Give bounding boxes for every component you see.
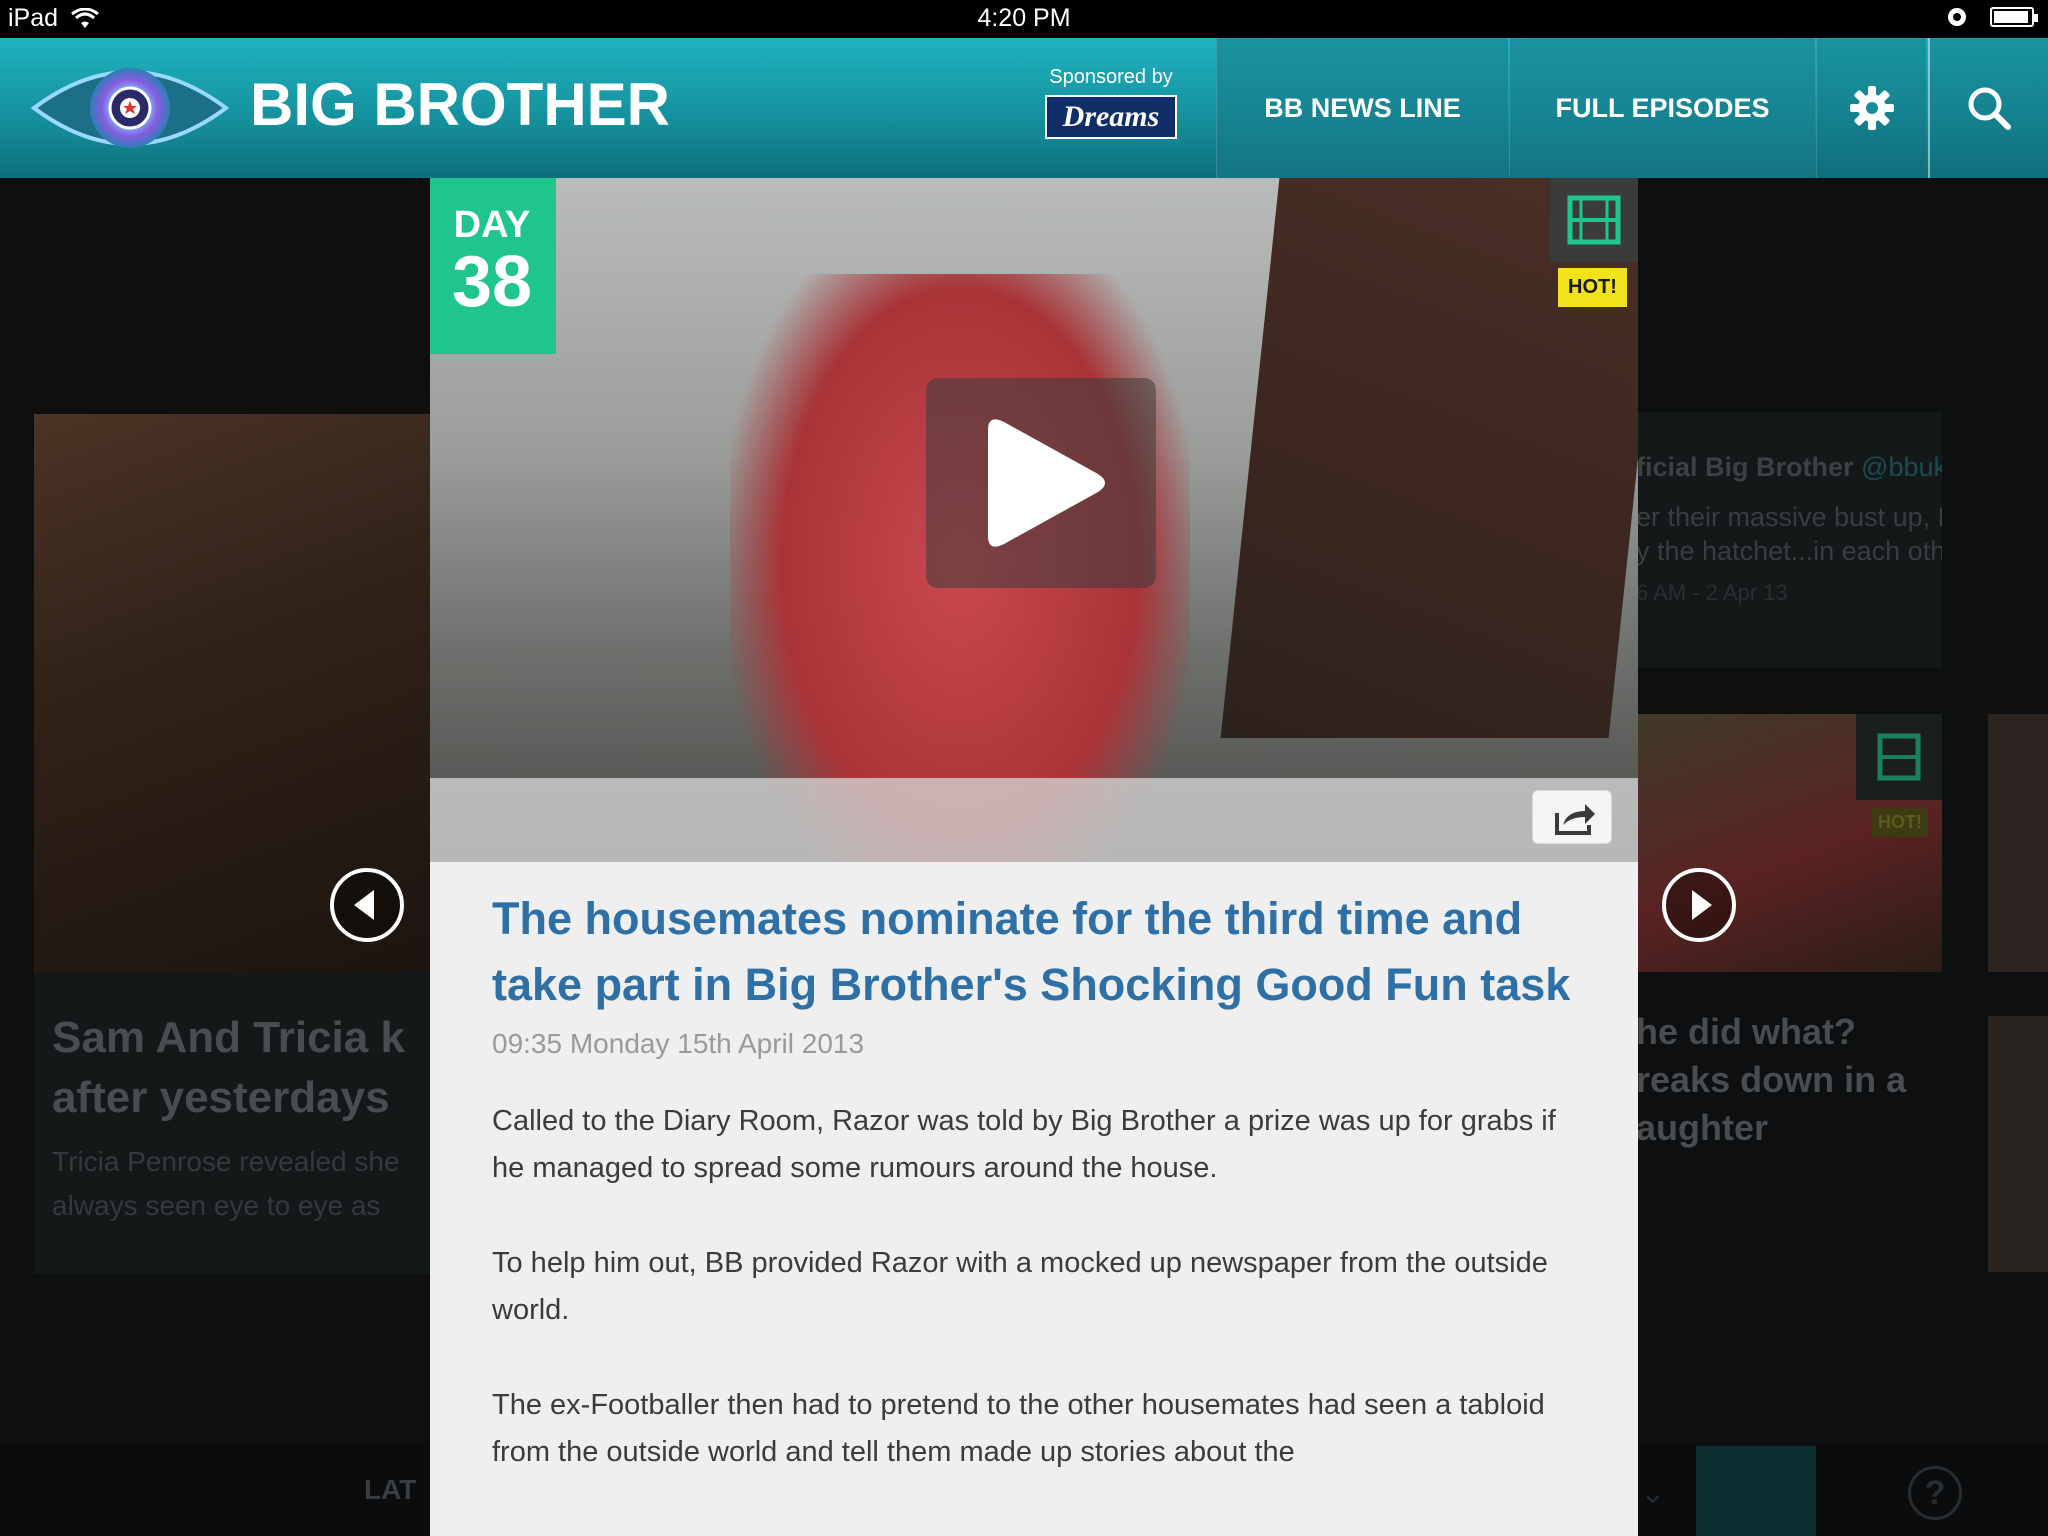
bg-right-title-line: he did what? — [1636, 1011, 1856, 1052]
background-film-badge — [1856, 714, 1942, 800]
settings-button[interactable] — [1816, 38, 1926, 178]
tweet-name: ficial Big Brother — [1636, 452, 1854, 482]
bg-right-title-line: aughter — [1636, 1107, 1769, 1148]
tweet-author: ficial Big Brother @bbuk — [1636, 452, 1942, 483]
article-paragraph: To help him out, BB provided Razor with … — [492, 1247, 1548, 1326]
sponsor-block[interactable]: Sponsored by Dreams — [1045, 66, 1177, 139]
clock: 4:20 PM — [977, 4, 1071, 32]
arrow-left-icon — [354, 890, 374, 920]
tweet-date: 6 AM - 2 Apr 13 — [1636, 580, 1788, 605]
previous-button[interactable] — [330, 868, 404, 942]
article-paragraph: Called to the Diary Room, Razor was told… — [492, 1105, 1556, 1184]
bg-right-title-line: reaks down in a — [1636, 1059, 1907, 1100]
arrow-right-icon — [1692, 890, 1712, 920]
gear-icon — [1849, 86, 1894, 130]
background-tweet-card[interactable]: ficial Big Brother @bbuk er their massiv… — [1636, 412, 1942, 668]
next-button[interactable] — [1662, 868, 1736, 942]
video-frame-ground — [430, 778, 1638, 862]
day-label: DAY — [453, 204, 531, 246]
background-hot-badge: HOT! — [1872, 808, 1928, 837]
brand-title: BIG BROTHER — [250, 71, 670, 138]
avatar[interactable] — [1696, 1446, 1816, 1536]
battery-icon — [1990, 7, 2038, 27]
video-player[interactable] — [430, 178, 1638, 862]
share-button[interactable] — [1532, 790, 1612, 844]
article-paragraph: The ex-Footballer then had to pretend to… — [492, 1389, 1545, 1468]
help-icon[interactable]: ? — [1908, 1466, 1962, 1520]
status-bar: iPad 4:20 PM — [0, 0, 2048, 38]
sponsor-logo[interactable]: Dreams — [1045, 95, 1177, 139]
nav-bb-news-line[interactable]: BB NEWS LINE — [1216, 38, 1508, 178]
bg-left-title-line: after yesterdays — [52, 1073, 390, 1122]
background-left-title[interactable]: Sam And Tricia k after yesterdays — [52, 1008, 432, 1128]
article-card: DAY 38 HOT! The housemates nominate for … — [430, 178, 1638, 1536]
big-brother-eye-logo[interactable] — [30, 54, 230, 162]
day-badge: DAY 38 — [430, 178, 556, 354]
day-number: 38 — [451, 242, 533, 322]
bg-left-title-line: Sam And Tricia k — [52, 1013, 405, 1062]
background-left-subtitle: Tricia Penrose revealed she always seen … — [52, 1140, 432, 1228]
film-icon — [1877, 733, 1921, 781]
tweet-handle: @bbuk — [1861, 452, 1942, 482]
background-far-right-thumb[interactable] — [1988, 1016, 2048, 1272]
bg-left-sub-line: always seen eye to eye as — [52, 1190, 381, 1221]
bottom-tab-label[interactable]: LAT — [364, 1474, 416, 1506]
share-icon — [1555, 804, 1595, 835]
status-right — [1946, 6, 2038, 28]
video-type-badge — [1550, 178, 1638, 262]
article-title[interactable]: The housemates nominate for the third ti… — [492, 886, 1582, 1018]
film-icon — [1567, 195, 1621, 245]
search-icon — [1968, 87, 2011, 130]
search-button[interactable] — [1928, 38, 2048, 178]
chevron-down-icon[interactable]: ⌄ — [1640, 1476, 1665, 1511]
tweet-line: er their massive bust up, Nicola a — [1636, 502, 1942, 532]
article-body: The housemates nominate for the third ti… — [492, 886, 1582, 1476]
play-button[interactable] — [926, 378, 1156, 588]
hot-badge: HOT! — [1558, 268, 1627, 307]
article-date: 09:35 Monday 15th April 2013 — [492, 1028, 865, 1059]
lock-rotation-icon — [1948, 8, 1966, 26]
background-right-title[interactable]: he did what? reaks down in a aughter — [1636, 1008, 1942, 1152]
bg-left-sub-line: Tricia Penrose revealed she — [52, 1146, 400, 1177]
nav-full-episodes[interactable]: FULL EPISODES — [1509, 38, 1815, 178]
play-icon — [988, 419, 1105, 547]
app-header: BIG BROTHER Sponsored by Dreams BB NEWS … — [0, 38, 2048, 178]
tweet-text: er their massive bust up, Nicola a y the… — [1636, 500, 1942, 568]
background-far-right-thumb[interactable] — [1988, 714, 2048, 972]
sponsor-label: Sponsored by — [1049, 66, 1173, 88]
tweet-line: y the hatchet...in each other's ba — [1636, 536, 1942, 566]
